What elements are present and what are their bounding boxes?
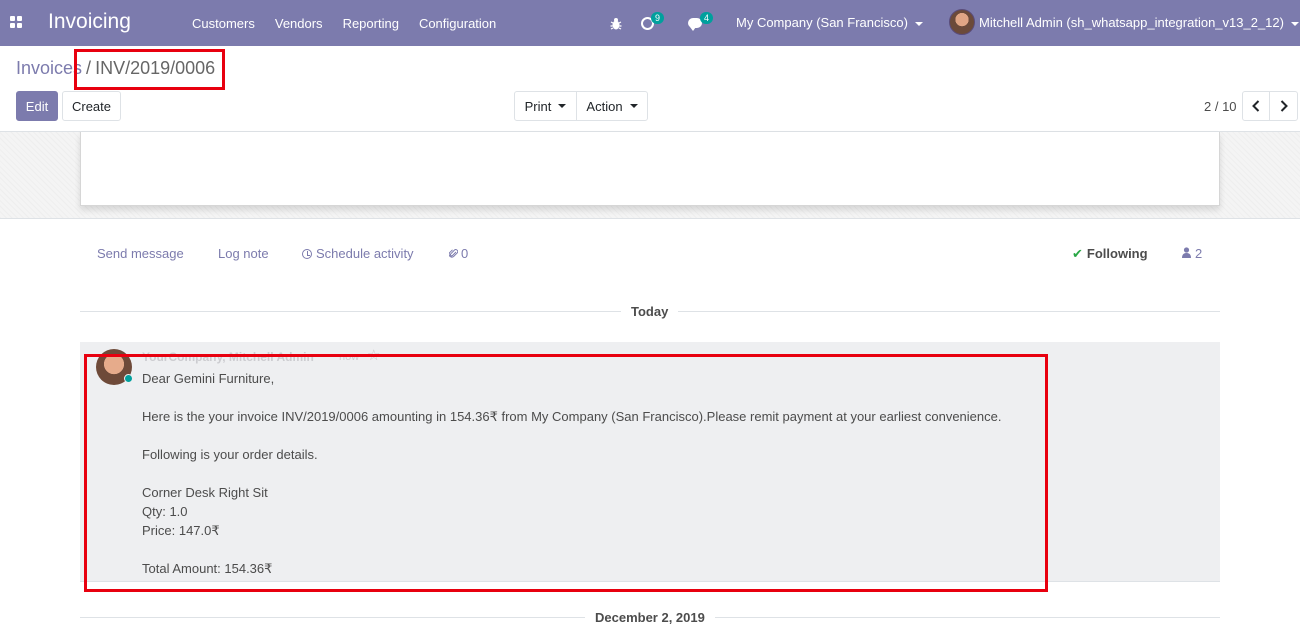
- activity-count-badge: 9: [651, 12, 665, 24]
- message-greeting: Dear Gemini Furniture,: [142, 371, 275, 386]
- send-message-button[interactable]: Send message: [97, 246, 184, 261]
- debug-bug-icon[interactable]: [610, 0, 622, 46]
- user-avatar[interactable]: [949, 9, 975, 35]
- user-menu[interactable]: Mitchell Admin (sh_whatsapp_integration_…: [979, 15, 1299, 30]
- caret-down-icon: [914, 21, 923, 26]
- user-icon: [1182, 246, 1191, 261]
- user-name: Mitchell Admin (sh_whatsapp_integration_…: [979, 15, 1284, 30]
- chevron-right-icon: [1280, 100, 1288, 112]
- top-navbar: Invoicing Customers Vendors Reporting Co…: [0, 0, 1300, 46]
- date-separator-today: Today: [621, 304, 679, 319]
- control-panel: Invoices / INV/2019/0006 Edit Create Print…: [0, 46, 1300, 132]
- print-label: Print: [524, 98, 552, 114]
- clock-icon: [302, 249, 312, 259]
- messages-chat-icon[interactable]: [688, 0, 702, 46]
- schedule-activity-label: Schedule activity: [316, 246, 414, 261]
- messages-count-badge: 4: [700, 12, 714, 24]
- star-icon[interactable]: ☆: [367, 346, 380, 364]
- message-body: Here is the your invoice INV/2019/0006 a…: [142, 409, 1002, 424]
- following-toggle[interactable]: ✔ Following: [1072, 246, 1148, 262]
- date-separator-older: December 2, 2019: [585, 610, 715, 625]
- breadcrumb: Invoices / INV/2019/0006: [16, 58, 215, 79]
- caret-down-icon: [558, 104, 567, 108]
- main-menu: Customers Vendors Reporting Configuratio…: [182, 0, 506, 46]
- menu-item-vendors[interactable]: Vendors: [265, 16, 333, 31]
- message-author[interactable]: YourCompany, Mitchell Admin: [142, 350, 314, 364]
- message-total: Total Amount: 154.36₹: [142, 561, 273, 576]
- message-price: Price: 147.0₹: [142, 523, 220, 538]
- check-icon: ✔: [1072, 246, 1083, 261]
- followers-button[interactable]: 2: [1182, 246, 1202, 261]
- message-order-heading: Following is your order details.: [142, 447, 318, 462]
- pager-next-button[interactable]: [1269, 91, 1298, 121]
- activity-clock-icon[interactable]: [641, 0, 654, 46]
- edit-button[interactable]: Edit: [16, 91, 58, 121]
- online-status-icon: [124, 374, 133, 383]
- action-dropdown[interactable]: Action: [576, 91, 648, 121]
- create-button[interactable]: Create: [62, 91, 121, 121]
- breadcrumb-invoices[interactable]: Invoices: [16, 58, 82, 78]
- schedule-activity-button[interactable]: Schedule activity: [302, 246, 414, 261]
- pager-value[interactable]: 2 / 10: [1204, 99, 1237, 114]
- attachments-button[interactable]: 0: [448, 246, 469, 261]
- message-qty: Qty: 1.0: [142, 504, 188, 519]
- log-note-button[interactable]: Log note: [218, 246, 269, 261]
- print-dropdown[interactable]: Print: [514, 91, 577, 121]
- app-title[interactable]: Invoicing: [48, 10, 131, 34]
- pager-previous-button[interactable]: [1242, 91, 1270, 121]
- caret-down-icon: [1290, 21, 1299, 26]
- breadcrumb-current: INV/2019/0006: [95, 58, 216, 78]
- form-sheet: [80, 132, 1220, 206]
- menu-item-customers[interactable]: Customers: [182, 16, 265, 31]
- menu-item-configuration[interactable]: Configuration: [409, 16, 506, 31]
- message-product: Corner Desk Right Sit: [142, 485, 268, 500]
- breadcrumb-separator: /: [86, 58, 92, 78]
- followers-count: 2: [1195, 246, 1203, 261]
- menu-item-reporting[interactable]: Reporting: [333, 16, 409, 31]
- attachments-count: 0: [461, 246, 469, 261]
- company-switcher[interactable]: My Company (San Francisco): [736, 15, 923, 30]
- company-name: My Company (San Francisco): [736, 15, 908, 30]
- chevron-left-icon: [1252, 100, 1260, 112]
- action-label: Action: [586, 98, 623, 114]
- apps-menu-icon[interactable]: [10, 16, 22, 28]
- following-label: Following: [1086, 246, 1148, 261]
- caret-down-icon: [629, 104, 638, 108]
- message-date: now: [339, 351, 360, 363]
- paperclip-icon: [448, 249, 459, 258]
